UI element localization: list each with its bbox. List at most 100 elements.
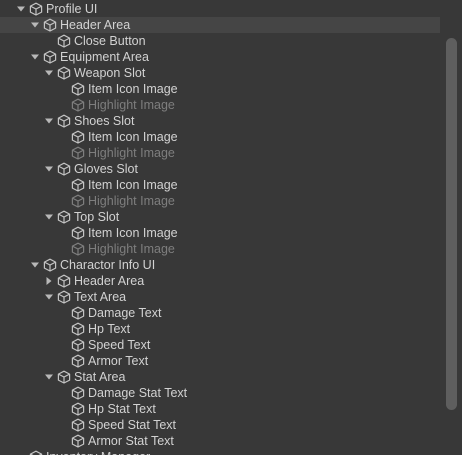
cube-icon: [71, 98, 85, 112]
cube-icon: [71, 82, 85, 96]
tree-row-charactor-info-ui[interactable]: Charactor Info UI: [0, 257, 440, 273]
tree-item-label: Header Area: [74, 274, 145, 288]
tree-item-label: Hp Text: [88, 322, 131, 336]
cube-icon: [71, 418, 85, 432]
tree-item-label: Shoes Slot: [74, 114, 135, 128]
tree-item-label: Close Button: [74, 34, 146, 48]
tree-item-label: Text Area: [74, 290, 127, 304]
cube-icon: [57, 66, 71, 80]
tree-row-gloves-slot[interactable]: Gloves Slot: [0, 161, 440, 177]
tree-item-label: Header Area: [60, 18, 131, 32]
tree-row-weapon-item-icon-image[interactable]: Item Icon Image: [0, 81, 440, 97]
tree-row-shoes-item-icon-image[interactable]: Item Icon Image: [0, 129, 440, 145]
tree-item-label: Damage Stat Text: [88, 386, 188, 400]
collapse-arrow-icon[interactable]: [43, 273, 55, 289]
tree-row-damage-stat-text[interactable]: Damage Stat Text: [0, 385, 440, 401]
cube-icon: [71, 322, 85, 336]
expand-arrow-icon[interactable]: [43, 113, 55, 129]
cube-icon: [71, 338, 85, 352]
tree-item-label: Stat Area: [74, 370, 126, 384]
tree-item-label: Highlight Image: [88, 146, 175, 160]
cube-icon: [71, 226, 85, 240]
expand-arrow-icon[interactable]: [43, 369, 55, 385]
tree-item-label: Highlight Image: [88, 194, 175, 208]
tree-item-label: Highlight Image: [88, 242, 175, 256]
tree-item-label: Armor Stat Text: [88, 434, 174, 448]
cube-icon: [57, 290, 71, 304]
cube-icon: [29, 2, 43, 16]
cube-icon: [43, 50, 57, 64]
expand-arrow-icon[interactable]: [29, 17, 41, 33]
tree-row-hp-text[interactable]: Hp Text: [0, 321, 440, 337]
expand-arrow-icon[interactable]: [43, 161, 55, 177]
expand-arrow-icon[interactable]: [15, 1, 27, 17]
cube-icon: [57, 210, 71, 224]
tree-row-header-area[interactable]: Header Area: [0, 17, 440, 33]
hierarchy-tree: Profile UI Header Area Close Button Equipme…: [0, 0, 440, 455]
cube-icon: [71, 306, 85, 320]
expand-arrow-icon[interactable]: [43, 65, 55, 81]
tree-item-label: Armor Text: [88, 354, 149, 368]
tree-row-equipment-area[interactable]: Equipment Area: [0, 49, 440, 65]
tree-row-top-slot[interactable]: Top Slot: [0, 209, 440, 225]
tree-row-armor-stat-text[interactable]: Armor Stat Text: [0, 433, 440, 449]
tree-row-shoes-highlight-image[interactable]: Highlight Image: [0, 145, 440, 161]
tree-item-label: Damage Text: [88, 306, 162, 320]
tree-item-label: Item Icon Image: [88, 130, 178, 144]
cube-icon: [43, 258, 57, 272]
tree-item-label: Profile UI: [46, 2, 98, 16]
tree-item-label: Item Icon Image: [88, 178, 178, 192]
tree-item-label: Item Icon Image: [88, 226, 178, 240]
cube-icon: [71, 354, 85, 368]
cube-icon: [57, 162, 71, 176]
tree-row-gloves-highlight-image[interactable]: Highlight Image: [0, 193, 440, 209]
tree-item-label: Inventory Manager: [46, 449, 150, 455]
tree-row-shoes-slot[interactable]: Shoes Slot: [0, 113, 440, 129]
cube-icon: [57, 274, 71, 288]
cube-icon: [43, 18, 57, 32]
cube-icon: [57, 114, 71, 128]
tree-row-close-button[interactable]: Close Button: [0, 33, 440, 49]
tree-item-label: Highlight Image: [88, 98, 175, 112]
cube-icon: [71, 402, 85, 416]
vertical-scrollbar[interactable]: [442, 0, 462, 455]
tree-item-label: Hp Stat Text: [88, 402, 156, 416]
tree-row-inventory-manager[interactable]: Inventory Manager: [0, 449, 440, 455]
hierarchy-panel: Profile UI Header Area Close Button Equipme…: [0, 0, 462, 455]
tree-row-speed-text[interactable]: Speed Text: [0, 337, 440, 353]
tree-row-speed-stat-text[interactable]: Speed Stat Text: [0, 417, 440, 433]
cube-icon: [71, 242, 85, 256]
tree-item-label: Top Slot: [74, 210, 120, 224]
tree-row-text-area[interactable]: Text Area: [0, 289, 440, 305]
tree-row-weapon-slot[interactable]: Weapon Slot: [0, 65, 440, 81]
tree-item-label: Weapon Slot: [74, 66, 146, 80]
tree-item-label: Equipment Area: [60, 50, 149, 64]
tree-item-label: Charactor Info UI: [60, 258, 156, 272]
tree-row-gloves-item-icon-image[interactable]: Item Icon Image: [0, 177, 440, 193]
cube-icon: [71, 386, 85, 400]
tree-row-damage-text[interactable]: Damage Text: [0, 305, 440, 321]
expand-arrow-icon[interactable]: [43, 209, 55, 225]
tree-row-top-highlight-image[interactable]: Highlight Image: [0, 241, 440, 257]
cube-icon: [71, 178, 85, 192]
cube-icon: [71, 194, 85, 208]
tree-row-info-header-area[interactable]: Header Area: [0, 273, 440, 289]
expand-arrow-icon[interactable]: [29, 257, 41, 273]
tree-row-stat-area[interactable]: Stat Area: [0, 369, 440, 385]
cube-icon: [29, 450, 43, 455]
cube-icon: [71, 146, 85, 160]
cube-icon: [71, 130, 85, 144]
tree-item-label: Item Icon Image: [88, 82, 178, 96]
tree-item-label: Speed Stat Text: [88, 418, 177, 432]
tree-row-top-item-icon-image[interactable]: Item Icon Image: [0, 225, 440, 241]
expand-arrow-icon[interactable]: [29, 49, 41, 65]
scrollbar-thumb[interactable]: [446, 38, 457, 410]
tree-row-hp-stat-text[interactable]: Hp Stat Text: [0, 401, 440, 417]
tree-row-weapon-highlight-image[interactable]: Highlight Image: [0, 97, 440, 113]
expand-arrow-icon[interactable]: [43, 289, 55, 305]
tree-item-label: Gloves Slot: [74, 162, 138, 176]
tree-row-profile-ui[interactable]: Profile UI: [0, 1, 440, 17]
tree-row-armor-text[interactable]: Armor Text: [0, 353, 440, 369]
cube-icon: [57, 34, 71, 48]
cube-icon: [71, 434, 85, 448]
